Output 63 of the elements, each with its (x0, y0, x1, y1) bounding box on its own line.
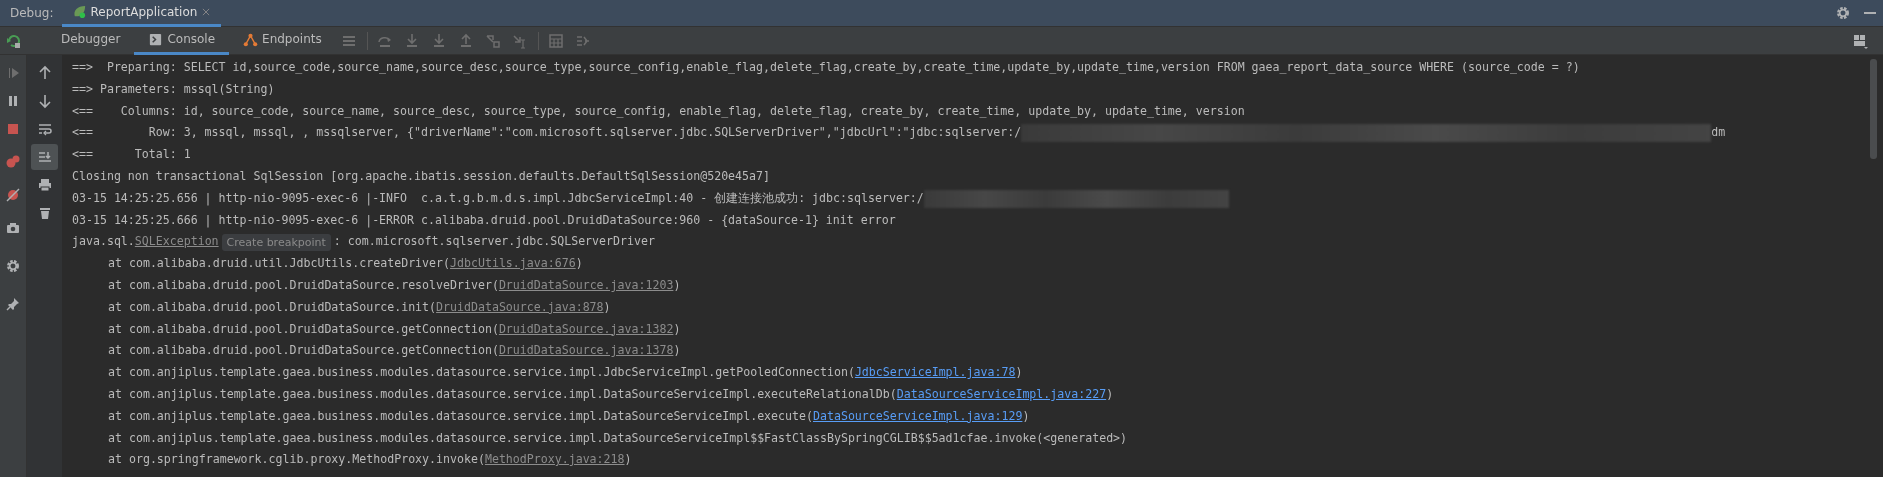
camera-icon[interactable] (5, 220, 21, 236)
stack-frame-text: at com.anjiplus.template.gaea.business.modules.datasource.service.impl.DataSourceServiceImpl.execute( (108, 407, 813, 425)
source-link[interactable]: DruidDataSource.java:1378 (498, 340, 674, 363)
source-link[interactable]: MethodProxy.java:218 (484, 449, 625, 472)
stack-frame-text: at com.alibaba.druid.pool.DruidDataSource.getConnection( (108, 320, 499, 338)
layout-icon[interactable] (1851, 32, 1868, 49)
soft-wrap-icon[interactable] (36, 121, 53, 137)
stack-frame-text: ) (624, 451, 632, 469)
stack-frame-text: at com.alibaba.druid.util.JdbcUtils.createDriver( (108, 255, 451, 273)
stack-frame-text: ) (1015, 364, 1023, 382)
log-text: Closing non transactional SqlSession [org.apache.ibatis.session.defaults.DefaultSqlSession@520e45a7] (72, 168, 770, 185)
source-link[interactable]: DataSourceServiceImpl.java:227 (896, 383, 1107, 406)
log-text: dm (1711, 124, 1726, 142)
settings-icon[interactable] (1834, 5, 1851, 21)
rerun-icon[interactable] (5, 32, 22, 49)
log-text: ==> Parameters: mssql(String) (72, 80, 275, 98)
tool-tab[interactable]: Endpoints (229, 26, 336, 55)
log-text: <== Total: 1 (72, 146, 191, 164)
stack-frame-text: ) (1022, 407, 1030, 425)
tool-tab[interactable]: Debugger (47, 26, 135, 55)
stack-frame-text: at com.alibaba.druid.pool.DruidDataSource.init( (108, 298, 437, 316)
close-icon (201, 6, 212, 17)
log-text: <== Row: 3, mssql, mssql, , mssqlserver, {"driverName":"com.microsoft.sqlserver.jdbc.SQLServerDriver","jdbcUrl":"jdbc:sqlserver:/ (72, 124, 1022, 142)
stack-frame-text: ) (673, 276, 681, 294)
stack-frame-text: at com.anjiplus.template.gaea.business.modules.datasource.service.impl.DataSourceServiceImpl$$FastClassBySpringCGLIB$$5ad1cfae.invoke(<generated>) (108, 429, 1128, 447)
stack-frame-text: at org.springframework.cglib.proxy.MethodProxy.invoke( (108, 451, 485, 469)
panel-title: Debug: (9, 5, 55, 22)
tool-tab[interactable]: Console (134, 26, 230, 55)
settings-icon[interactable] (5, 258, 21, 274)
log-text: <== Columns: id, source_code, source_name, source_desc, source_type, source_config, enable_flag, delete_flag, create_by, create_time, update_by, update_time, version (72, 102, 1245, 120)
stack-frame-text: at com.alibaba.druid.pool.DruidDataSource.getConnection( (108, 342, 499, 360)
stack-frame-text: at com.alibaba.druid.pool.DruidDataSource.resolveDriver( (108, 276, 499, 294)
mute-breakpoints-icon[interactable] (5, 187, 21, 203)
scroll-to-end-button[interactable] (31, 144, 58, 170)
log-text: java.sql. (72, 233, 135, 251)
source-link[interactable]: DruidDataSource.java:1203 (498, 274, 674, 297)
source-link[interactable]: DruidDataSource.java:1382 (498, 318, 674, 341)
graph-icon (243, 31, 259, 47)
scroll-to-end-icon (36, 149, 53, 165)
stack-frame-text: ) (575, 255, 583, 273)
inlay-hint[interactable]: Create breakpoint (221, 233, 331, 251)
source-link[interactable]: JdbcUtils.java:676 (450, 253, 576, 275)
source-link[interactable]: SQLException (134, 231, 219, 254)
stack-frame-text: ) (603, 298, 611, 316)
stack-frame-text: at com.anjiplus.template.gaea.business.modules.datasource.service.impl.JdbcServiceImpl.getPooledConnection( (108, 364, 855, 382)
stop-icon[interactable] (5, 121, 21, 137)
stack-frame-text: ) (673, 342, 681, 360)
source-link[interactable]: DataSourceServiceImpl.java:129 (813, 405, 1023, 428)
breakpoints-icon[interactable] (5, 154, 21, 170)
print-icon[interactable] (36, 177, 53, 193)
stack-frame-text: at com.anjiplus.template.gaea.business.modules.datasource.service.impl.DataSourceServiceImpl.executeRelationalDb( (108, 385, 897, 403)
stack-frame-text: ) (1106, 385, 1114, 403)
pin-icon[interactable] (5, 296, 21, 312)
down-icon[interactable] (36, 93, 53, 109)
log-text: 03-15 14:25:25.656 | http-nio-9095-exec-6 |-INFO c.a.t.g.b.m.d.s.impl.JdbcServiceImpl:40 - 创建连接池成功: jdbc:sqlserver:/ (72, 189, 924, 208)
terminal-icon (148, 31, 164, 47)
log-text: 03-15 14:25:25.666 | http-nio-9095-exec-6 |-ERROR c.alibaba.druid.pool.DruidDataSource:960 - {dataSource-1} init error (72, 211, 896, 230)
log-text: ==> Preparing: SELECT id,source_code,source_name,source_desc,source_type,source_config,enable_flag,delete_flag,create_by,create_time,update_by,update_time,version FROM gaea_report_data_source WHERE (source_code = ?) (72, 59, 1580, 76)
scrollbar-thumb[interactable] (1870, 59, 1877, 159)
stack-frame-text: ) (673, 320, 681, 338)
source-link[interactable]: JdbcServiceImpl.java:78 (854, 362, 1016, 384)
log-text: : com.microsoft.sqlserver.jdbc.SQLServerDriver (333, 233, 655, 251)
source-link[interactable]: DruidDataSource.java:878 (436, 296, 604, 319)
